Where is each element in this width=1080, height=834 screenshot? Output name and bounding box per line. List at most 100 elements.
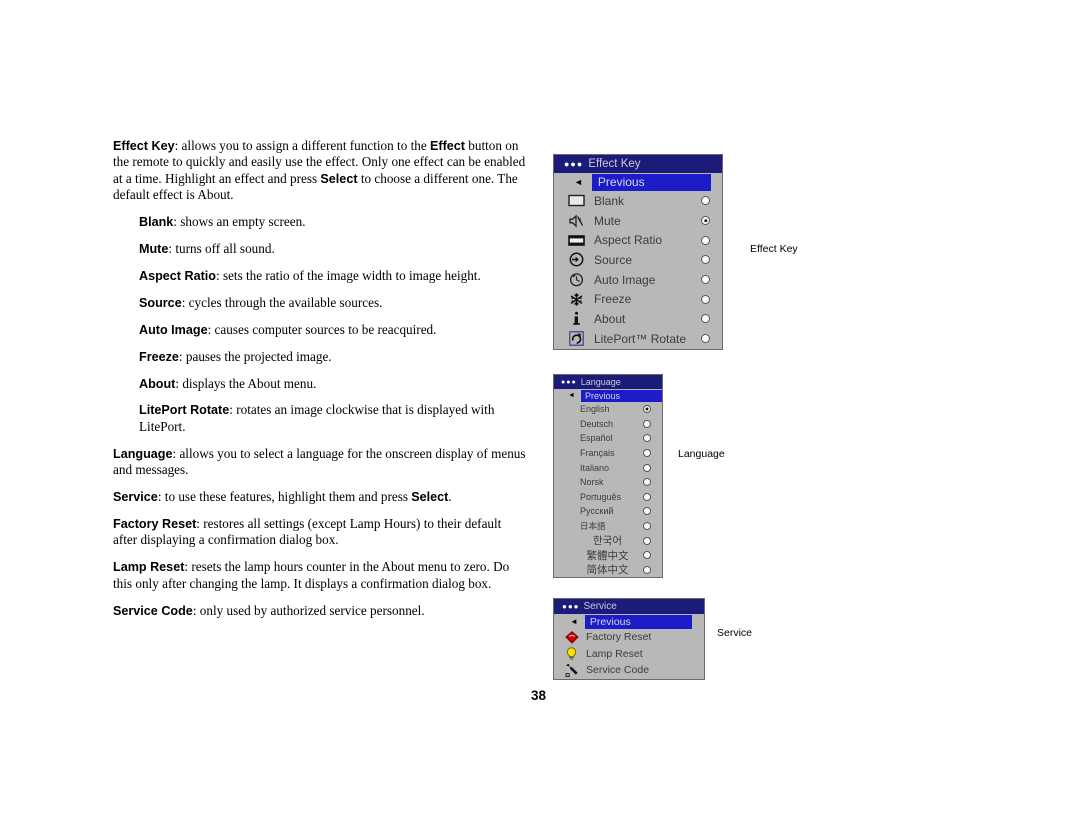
service-item-row[interactable]: Lamp Reset [554,646,704,663]
language-menu-titlebar: ●●● Language [554,375,662,389]
service-para: Service: to use these features, highligh… [113,489,452,505]
language-item-radio[interactable] [643,419,651,428]
effect-key-item-row[interactable]: Freeze [554,289,722,309]
language-item-row[interactable]: 한국어 [554,533,662,548]
source-para: Source: cycles through the available sou… [139,294,383,310]
language-item-row[interactable]: Русский [554,504,662,519]
language-menu-title: Language [580,377,621,387]
callout-label-language: Language [678,448,725,460]
language-item-radio[interactable] [643,405,651,414]
language-item-radio[interactable] [643,522,651,531]
language-item-label: 简体中文 [586,564,629,577]
language-item-radio[interactable] [643,478,651,487]
effect-key-item-radio[interactable] [701,314,710,324]
effect-key-para: Effect Key: allows you to assign a diffe… [113,138,526,203]
blank-para: Blank: shows an empty screen. [139,214,306,230]
callout-label-effect-key: Effect Key [750,243,798,255]
service-item-list: Factory Reset Lamp Reset Service Code [554,629,704,679]
aspect-ratio-para: Aspect Ratio: sets the ratio of the imag… [139,267,481,283]
language-item-radio[interactable] [643,449,651,458]
service-code-para: Service Code: only used by authorized se… [113,602,425,618]
language-item-label: Norsk [580,477,604,488]
aspect-ratio-icon [565,232,587,248]
language-item-label: Italiano [580,462,610,473]
source-input-icon [565,252,587,268]
language-item-label: 日本語 [580,522,606,533]
language-item-row[interactable]: Français [554,446,662,461]
language-item-radio[interactable] [643,565,651,574]
lamp-bulb-icon [562,647,581,661]
left-arrow-icon: ◄ [570,616,578,626]
language-para: Language: allows you to select a languag… [113,445,526,478]
effect-key-item-row[interactable]: Source [554,250,722,270]
effect-key-item-label: Mute [594,213,621,228]
language-item-label: Português [580,491,622,502]
language-item-list: English Deutsch Español Français Italiano Nor… [554,402,662,577]
effect-key-item-label: LitePort™ Rotate [594,331,687,346]
language-item-row[interactable]: 日本語 [554,519,662,534]
language-item-radio[interactable] [643,551,651,560]
page-number: 38 [531,688,547,703]
blank-screen-icon [565,193,587,209]
effect-key-item-radio[interactable] [701,275,710,285]
effect-key-item-row[interactable]: Auto Image [554,270,722,290]
service-item-row[interactable]: Service Code [554,662,704,679]
effect-key-item-radio[interactable] [701,255,710,265]
effect-key-item-radio[interactable] [701,196,710,206]
effect-key-previous-row[interactable]: ◄ Previous [554,173,722,191]
effect-key-item-radio[interactable] [701,216,710,226]
service-item-label: Lamp Reset [586,647,643,660]
language-item-radio[interactable] [643,507,651,516]
effect-key-previous-label: Previous [591,173,711,191]
freeze-para: Freeze: pauses the projected image. [139,348,332,364]
effect-key-item-list: Blank Mute Aspect Ratio Source Auto Image Fre… [554,191,722,349]
mute-speaker-icon [565,213,587,229]
effect-key-item-radio[interactable] [701,334,710,344]
effect-key-item-row[interactable]: About [554,309,722,329]
effect-key-item-radio[interactable] [701,235,710,245]
language-item-radio[interactable] [643,463,651,472]
effect-key-item-label: Source [594,252,633,267]
rotate-icon [565,331,587,347]
mute-para: Mute: turns off all sound. [139,241,275,257]
effect-key-item-row[interactable]: LitePort™ Rotate [554,329,722,349]
language-item-row[interactable]: Deutsch [554,417,662,432]
language-item-row[interactable]: Norsk [554,475,662,490]
language-item-row[interactable]: 繁體中文 [554,548,662,563]
service-item-row[interactable]: Factory Reset [554,629,704,646]
language-previous-label: Previous [580,389,662,402]
freeze-snowflake-icon [565,291,587,307]
body-paragraph-list: Effect Key: allows you to assign a diffe… [113,138,528,619]
menu-dots-icon: ●●● [561,378,577,386]
factory-reset-para: Factory Reset: restores all settings (ex… [113,516,502,548]
language-item-row[interactable]: 简体中文 [554,563,662,578]
effect-key-item-row[interactable]: Blank [554,191,722,211]
language-item-radio[interactable] [643,492,651,501]
left-arrow-icon: ◄ [574,176,583,187]
service-previous-row[interactable]: ◄ Previous [554,614,704,629]
service-osd-menu: ●●● Service ◄ Previous Factory Reset Lamp… [553,598,705,680]
language-item-label: English [580,404,610,415]
language-item-row[interactable]: Español [554,431,662,446]
language-item-row[interactable]: Italiano [554,460,662,475]
language-item-row[interactable]: Português [554,490,662,505]
effect-key-item-radio[interactable] [701,294,710,304]
language-previous-row[interactable]: ◄ Previous [554,389,662,402]
language-item-radio[interactable] [643,434,651,443]
effect-key-item-label: Blank [594,193,625,208]
effect-key-item-label: Aspect Ratio [594,233,663,248]
language-item-label: Deutsch [580,418,614,429]
effect-key-item-row[interactable]: Aspect Ratio [554,230,722,250]
left-arrow-icon: ◄ [568,392,575,399]
language-item-row[interactable]: English [554,402,662,417]
auto-image-icon [565,272,587,288]
wrench-icon [562,663,581,677]
language-item-label: Español [580,433,613,444]
language-item-label: 한국어 [593,535,622,548]
effect-key-osd-menu: ●●● Effect Key ◄ Previous Blank Mute Aspec… [553,154,723,350]
service-item-label: Service Code [586,664,650,677]
service-menu-titlebar: ●●● Service [554,599,704,614]
language-item-radio[interactable] [643,536,651,545]
body-text-column: Effect Key: allows you to assign a diffe… [113,138,528,630]
effect-key-item-row[interactable]: Mute [554,211,722,231]
